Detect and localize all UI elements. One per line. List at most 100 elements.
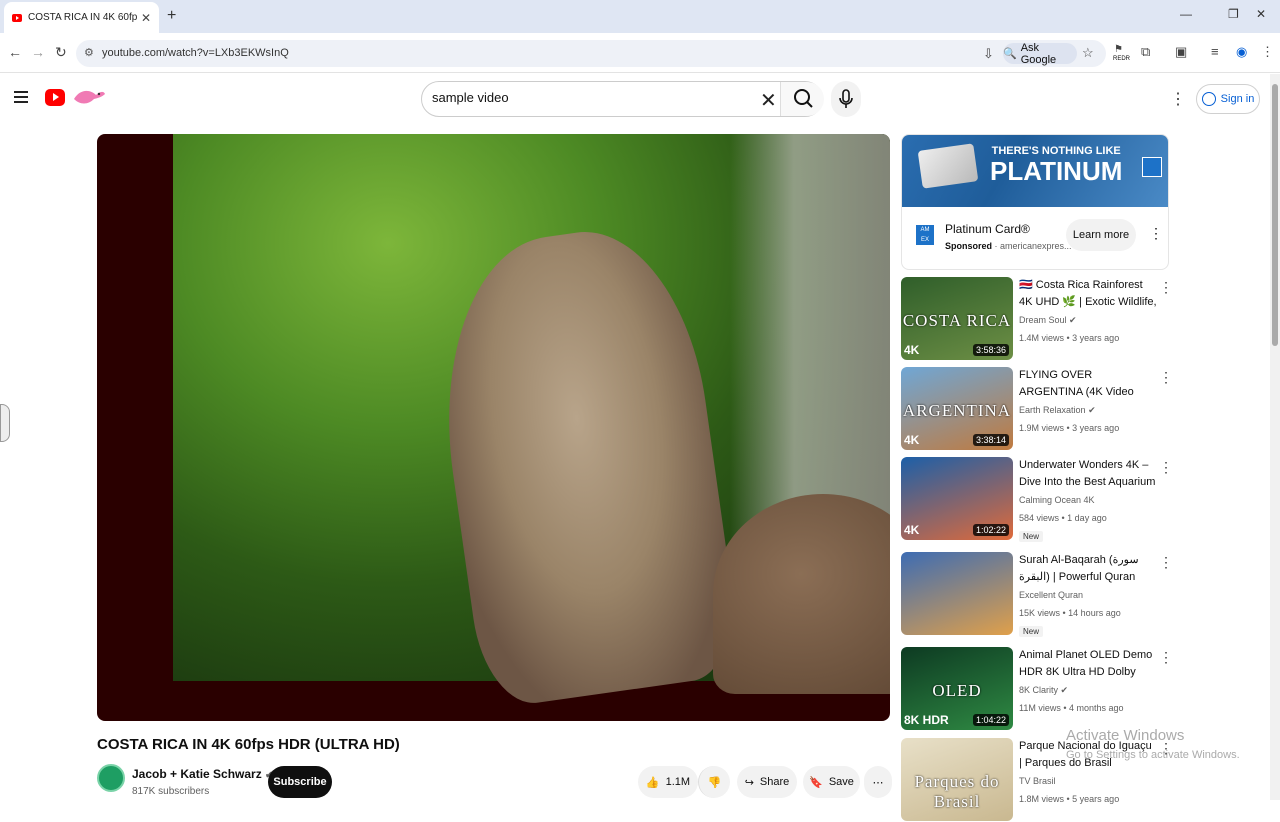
page-scrollbar[interactable] <box>1270 74 1280 800</box>
recommendation-channel[interactable]: 8K Clarity ✔ <box>1019 685 1068 696</box>
ad-title: Platinum Card® <box>945 222 1030 236</box>
voice-search-button[interactable] <box>831 81 861 117</box>
like-button[interactable]: 👍 1.1M <box>638 766 698 798</box>
recommendation-title[interactable]: Surah Al-Baqarah (سورة البقرة) | Powerfu… <box>1019 552 1157 586</box>
clear-search-icon[interactable]: ✕ <box>760 88 777 113</box>
recommendation-item[interactable]: COSTA RICA 4K 3:58:36 🇨🇷 Costa Rica Rainfor… <box>901 277 1173 361</box>
more-actions-button[interactable]: ⋯ <box>864 766 892 798</box>
recommendation-meta: 1.9M views • 3 years ago <box>1019 423 1120 433</box>
recommendation-item[interactable]: Surah Al-Baqarah (سورة البقرة) | Powerfu… <box>901 552 1173 637</box>
reading-list-icon[interactable]: ≡ <box>1211 44 1219 59</box>
ad-banner-image[interactable]: THERE'S NOTHING LIKE PLATINUM <box>902 135 1168 207</box>
video-thumbnail[interactable]: COSTA RICA 4K 3:58:36 <box>901 277 1013 360</box>
install-app-icon[interactable]: ⇩ <box>983 46 994 62</box>
close-window-icon[interactable]: ✕ <box>1256 7 1266 21</box>
save-button[interactable]: 🔖 Save <box>803 766 860 798</box>
search-button[interactable] <box>780 82 824 116</box>
restore-icon[interactable]: ❐ <box>1228 7 1239 21</box>
recommendation-title[interactable]: 🇨🇷 Costa Rica Rainforest 4K UHD 🌿 | Exot… <box>1019 277 1157 311</box>
thumbs-down-icon: 👎 <box>707 776 722 789</box>
ad-menu-icon[interactable]: ⋮ <box>1149 225 1163 242</box>
video-duration: 1:02:22 <box>972 524 1009 536</box>
new-tab-button[interactable]: + <box>167 7 176 25</box>
extension-label: REDR <box>1113 56 1131 62</box>
recommendation-title[interactable]: FLYING OVER ARGENTINA (4K Video UHD) - C… <box>1019 367 1157 401</box>
extensions-puzzle-icon[interactable]: ⧉ <box>1141 44 1150 60</box>
recommendation-meta: 584 views • 1 day ago <box>1019 513 1107 523</box>
ad-domain: · americanexpres... <box>994 241 1072 251</box>
forward-icon[interactable]: → <box>31 44 45 60</box>
reload-icon[interactable]: ↻ <box>55 44 67 61</box>
recommendation-channel[interactable]: Earth Relaxation ✔ <box>1019 405 1096 416</box>
recommendation-menu-icon[interactable]: ⋮ <box>1159 279 1173 296</box>
guide-menu-icon[interactable] <box>14 91 28 103</box>
scrollbar-thumb[interactable] <box>1272 84 1278 346</box>
channel-name[interactable]: Jacob + Katie Schwarz ✔ <box>132 767 273 781</box>
search-input[interactable] <box>432 90 752 105</box>
side-panel-handle[interactable] <box>0 404 10 442</box>
ad-headline: THERE'S NOTHING LIKE PLATINUM <box>990 145 1122 186</box>
tab-close-icon[interactable]: ✕ <box>141 11 151 25</box>
ask-google-button[interactable]: 🔍 Ask Google <box>1003 42 1077 66</box>
search-icon <box>794 89 813 108</box>
site-info-icon[interactable]: ⚙ <box>84 46 94 59</box>
lens-icon: 🔍 <box>1003 48 1017 60</box>
back-icon[interactable]: ← <box>8 44 22 60</box>
recommendation-menu-icon[interactable]: ⋮ <box>1159 369 1173 386</box>
more-icon: ⋯ <box>872 776 884 789</box>
address-bar[interactable]: ⚙ youtube.com/watch?v=LXb3EKWsInQ <box>76 40 1106 67</box>
video-thumbnail[interactable]: ARGENTINA 4K 3:38:14 <box>901 367 1013 450</box>
ad-headline-big: PLATINUM <box>990 156 1123 187</box>
recommendation-item[interactable]: ARGENTINA 4K 3:38:14 FLYING OVER ARGENTINA … <box>901 367 1173 451</box>
sign-in-button[interactable]: Sign in <box>1196 84 1260 114</box>
learn-more-button[interactable]: Learn more <box>1066 219 1136 251</box>
sidebar-icon[interactable]: ▣ <box>1175 44 1187 60</box>
recommendation-item[interactable]: OLED 8K HDR 1:04:22 Animal Planet OLED Demo… <box>901 647 1173 731</box>
new-badge: New <box>1019 626 1044 637</box>
video-subject-image-2 <box>713 494 890 694</box>
channel-avatar[interactable] <box>97 764 125 792</box>
minimize-icon[interactable]: — <box>1180 7 1192 21</box>
doodle-icon[interactable] <box>72 85 106 107</box>
tab-youtube[interactable]: COSTA RICA IN 4K 60fps HDR ( ✕ <box>4 2 159 33</box>
subscribe-button[interactable]: Subscribe <box>268 766 332 798</box>
video-thumbnail[interactable]: Parques do Brasil <box>901 738 1013 821</box>
save-bookmark-icon: 🔖 <box>809 776 823 789</box>
recommendation-channel[interactable]: TV Brasil <box>1019 776 1056 786</box>
like-count: 1.1M <box>665 776 691 788</box>
bookmark-star-icon[interactable]: ☆ <box>1082 45 1094 61</box>
browser-menu-icon[interactable]: ⋮ <box>1261 44 1274 60</box>
recommendation-menu-icon[interactable]: ⋮ <box>1159 649 1173 666</box>
extension-icon[interactable]: ⚑ <box>1114 44 1123 55</box>
recommendation-channel-name: Calming Ocean 4K <box>1019 495 1095 505</box>
thumbnail-overlay-text: COSTA RICA <box>902 311 1012 330</box>
sponsored-ad[interactable]: THERE'S NOTHING LIKE PLATINUM AM EX Plat… <box>901 134 1169 270</box>
amex-logo-icon <box>1142 157 1162 177</box>
video-thumbnail[interactable] <box>901 552 1013 635</box>
dislike-button[interactable]: 👎 <box>698 766 730 798</box>
settings-kebab-icon[interactable]: ⋮ <box>1170 89 1186 109</box>
recommendation-menu-icon[interactable]: ⋮ <box>1159 554 1173 571</box>
video-thumbnail[interactable]: OLED 8K HDR 1:04:22 <box>901 647 1013 730</box>
recommendation-channel-name: 8K Clarity <box>1019 685 1059 695</box>
share-button[interactable]: ↪ Share <box>737 766 797 798</box>
recommendation-title[interactable]: Animal Planet OLED Demo HDR 8K Ultra HD … <box>1019 647 1157 681</box>
youtube-logo-icon[interactable] <box>45 89 65 106</box>
recommendation-channel[interactable]: Excellent Quran <box>1019 590 1083 600</box>
recommendation-channel[interactable]: Dream Soul ✔ <box>1019 315 1077 326</box>
sign-in-label: Sign in <box>1220 93 1255 105</box>
recommendation-channel[interactable]: Calming Ocean 4K <box>1019 495 1095 505</box>
video-thumbnail[interactable]: 4K 1:02:22 <box>901 457 1013 540</box>
subscriber-count: 817K subscribers <box>132 786 210 797</box>
profile-icon[interactable]: ◉ <box>1236 44 1247 60</box>
verified-icon: ✔ <box>1088 405 1096 415</box>
video-title: COSTA RICA IN 4K 60fps HDR (ULTRA HD) <box>97 736 400 753</box>
recommendation-meta: 1.4M views • 3 years ago <box>1019 333 1120 343</box>
recommendation-menu-icon[interactable]: ⋮ <box>1159 459 1173 476</box>
recommendation-channel-name: Earth Relaxation <box>1019 405 1086 415</box>
recommendation-item[interactable]: 4K 1:02:22 Underwater Wonders 4K – Dive In… <box>901 457 1173 542</box>
recommendation-title[interactable]: Underwater Wonders 4K – Dive Into the Be… <box>1019 457 1157 491</box>
quality-badge: 8K HDR <box>904 713 949 727</box>
video-player[interactable] <box>97 134 890 721</box>
recommendation-meta: 15K views • 14 hours ago <box>1019 608 1121 618</box>
